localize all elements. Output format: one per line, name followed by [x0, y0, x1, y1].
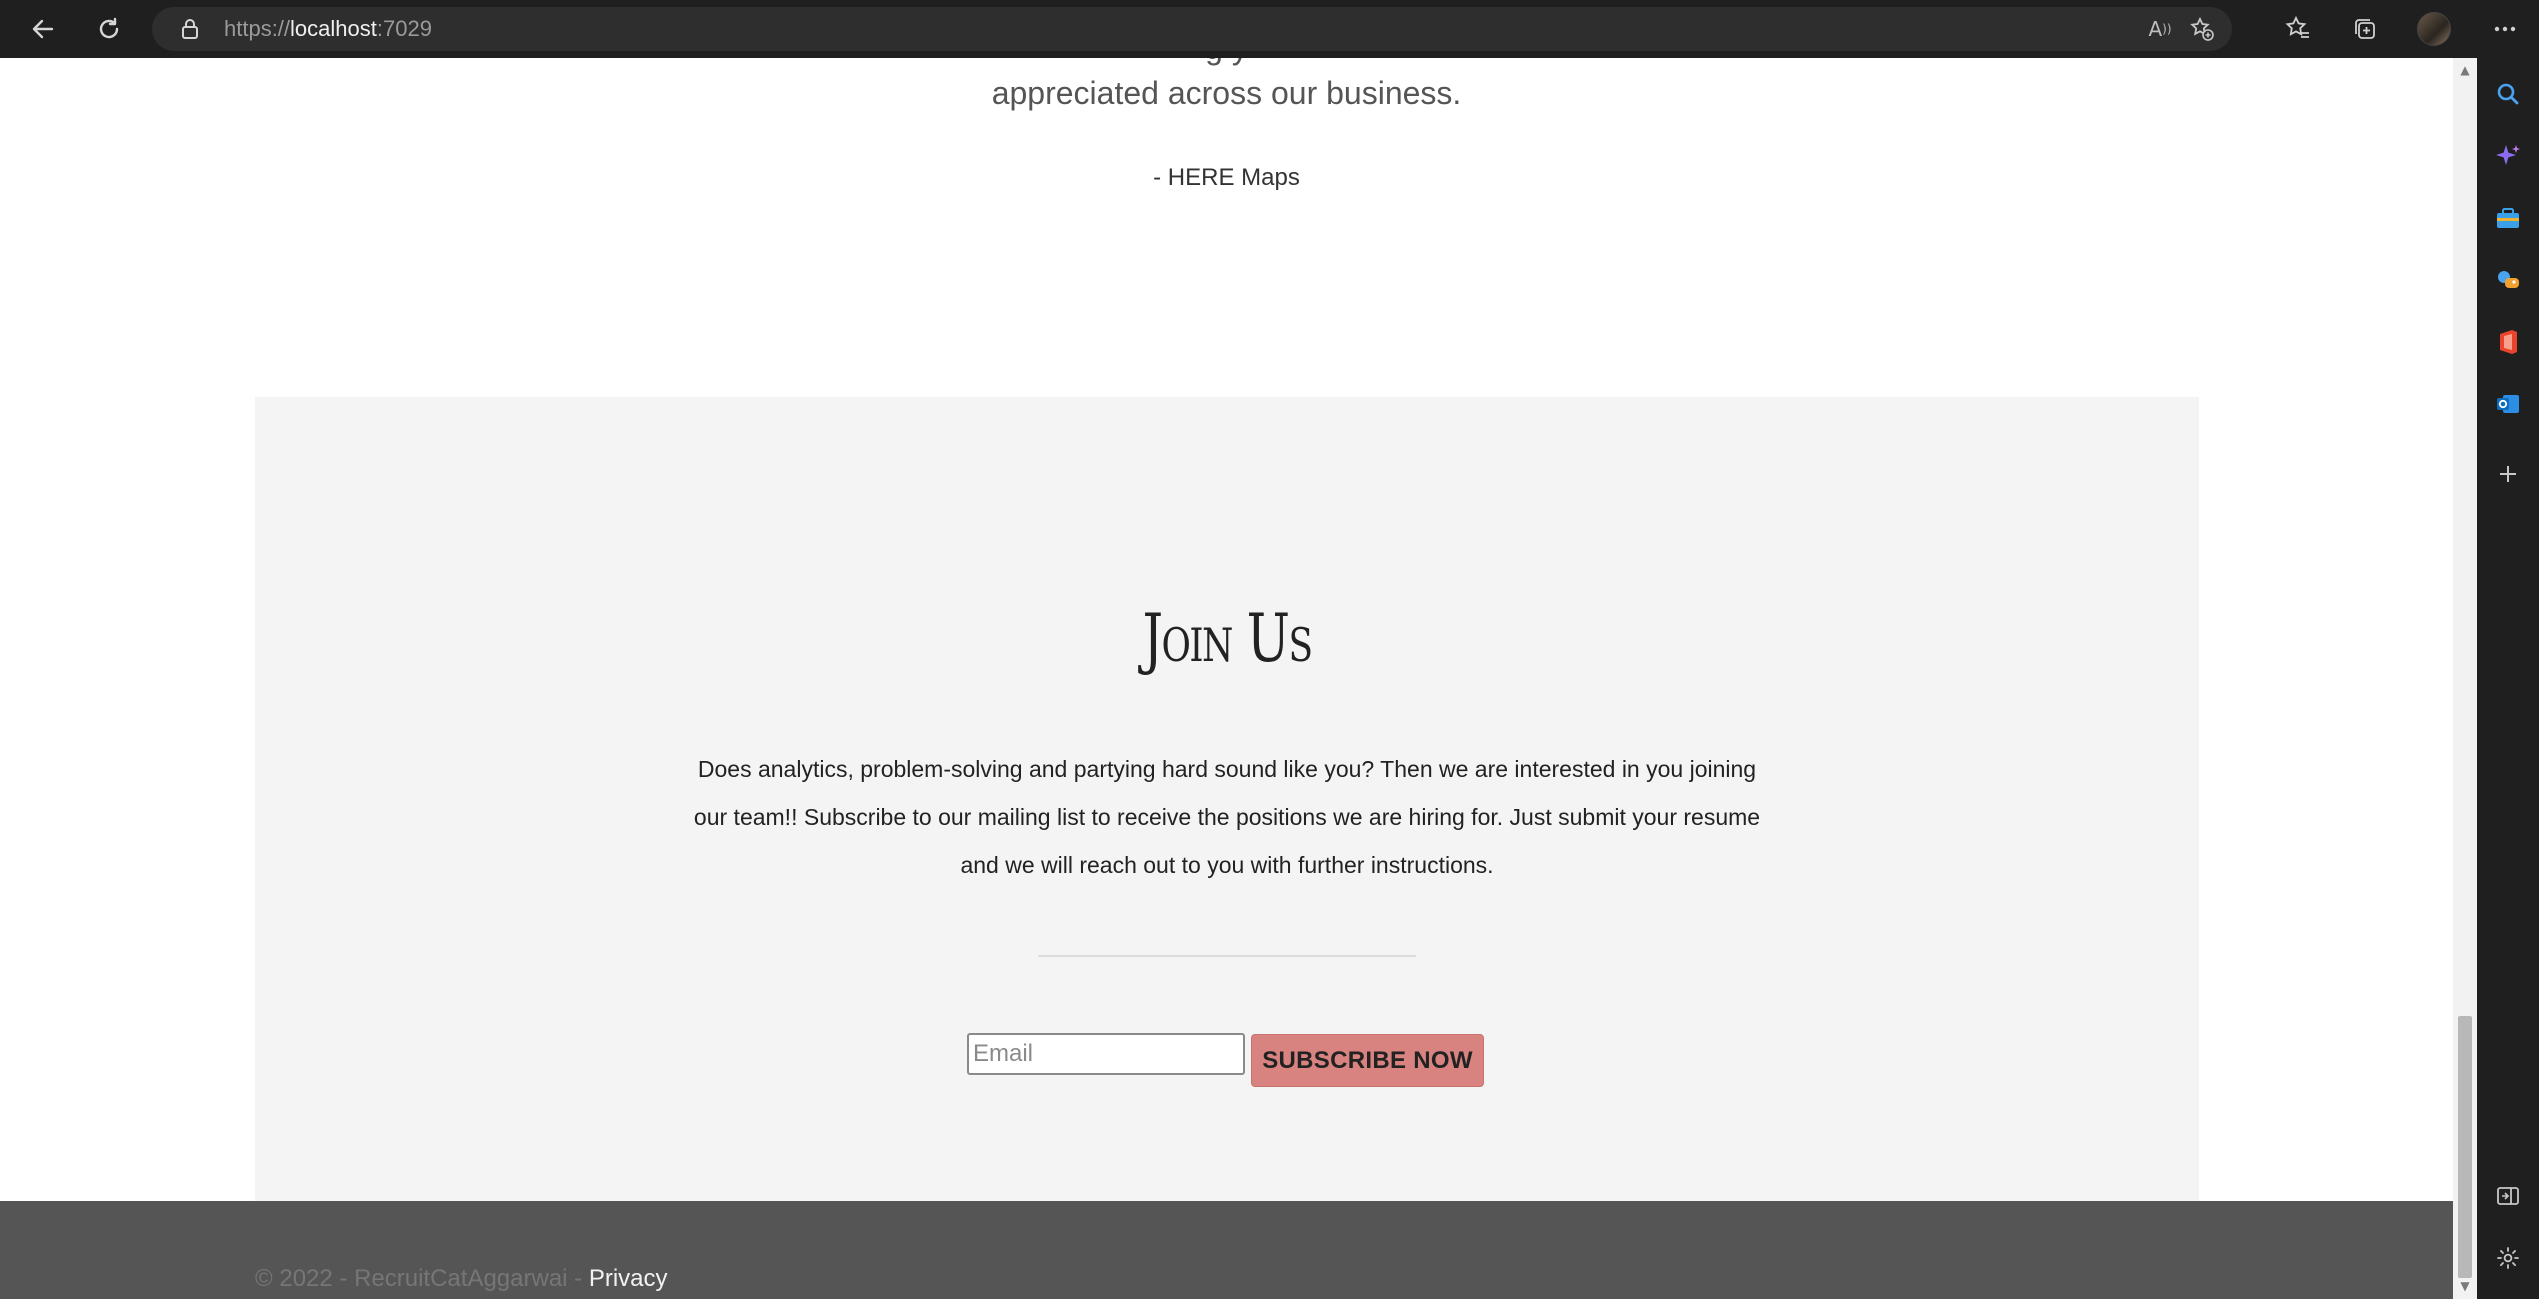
url-scheme: https:// [224, 16, 291, 41]
more-icon[interactable] [2486, 10, 2524, 48]
privacy-link[interactable]: Privacy [589, 1265, 668, 1292]
search-icon[interactable] [2490, 76, 2526, 112]
sidebar-collapse-icon[interactable] [2490, 1178, 2526, 1214]
scroll-up-icon[interactable]: ▲ [2457, 62, 2473, 78]
address-bar[interactable]: https://localhost:7029 A)) [152, 7, 2232, 51]
lock-icon[interactable] [176, 15, 204, 43]
settings-gear-icon[interactable] [2490, 1240, 2526, 1276]
profile-avatar[interactable] [2415, 10, 2453, 48]
url-port: :7029 [376, 16, 432, 41]
testimonial-quote: appreciated across our business. [991, 75, 1462, 111]
footer-text: © 2022 - RecruitCatAggarwai - Privacy [255, 1263, 668, 1295]
subscribe-button[interactable]: SUBSCRIBE NOW [1251, 1034, 1484, 1087]
page-footer: © 2022 - RecruitCatAggarwai - Privacy [0, 1201, 2453, 1299]
outlook-icon[interactable] [2490, 386, 2526, 422]
url-host: localhost [290, 16, 377, 41]
sparkle-icon[interactable] [2490, 138, 2526, 174]
read-aloud-icon[interactable]: A)) [2144, 13, 2176, 45]
join-us-section: Join Us Does analytics, problem-solving … [255, 397, 2199, 1201]
url-text[interactable]: https://localhost:7029 [224, 15, 432, 43]
join-us-title: Join Us [1142, 600, 1313, 677]
back-arrow-icon[interactable] [24, 10, 62, 48]
page-viewport: g y appreciated across our business. - H… [0, 58, 2453, 1299]
office-icon[interactable] [2490, 324, 2526, 360]
add-icon[interactable] [2490, 456, 2526, 492]
quote-cut-off-line: g y [0, 58, 2453, 68]
testimonial-author: - HERE Maps [1153, 164, 1300, 191]
collections-icon[interactable] [2346, 10, 2384, 48]
join-us-description: Does analytics, problem-solving and part… [693, 756, 1761, 878]
favorites-icon[interactable] [2279, 10, 2317, 48]
scroll-down-icon[interactable]: ▼ [2457, 1278, 2473, 1294]
footer-copyright: © 2022 - RecruitCatAggarwai - [255, 1265, 589, 1292]
email-input[interactable] [967, 1033, 1245, 1075]
page-scrollbar[interactable]: ▲ ▼ [2453, 58, 2477, 1299]
refresh-icon[interactable] [90, 10, 128, 48]
toolbox-icon[interactable] [2490, 200, 2526, 236]
browser-sidebar [2477, 58, 2539, 1299]
section-divider [1038, 955, 1416, 957]
scrollbar-thumb[interactable] [2458, 1016, 2472, 1278]
games-icon[interactable] [2490, 262, 2526, 298]
add-favorite-icon[interactable] [2186, 13, 2218, 45]
browser-toolbar: https://localhost:7029 A)) [0, 0, 2539, 58]
